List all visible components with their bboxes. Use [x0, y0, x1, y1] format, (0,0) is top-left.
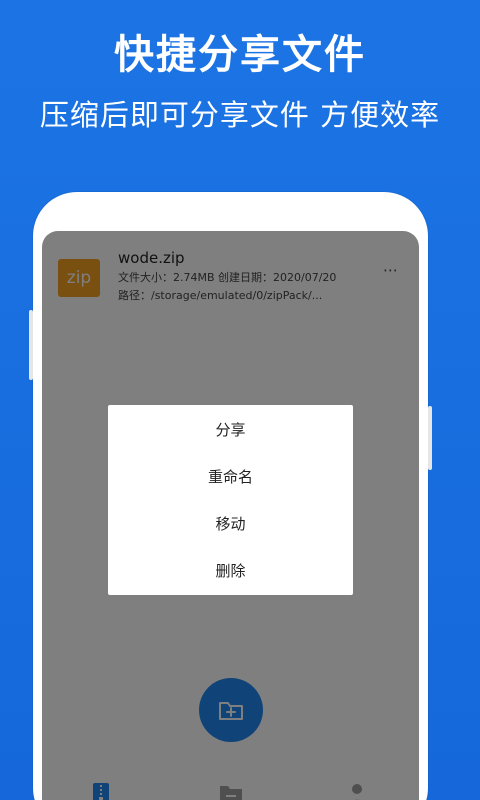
move-option[interactable]: 移动: [108, 501, 353, 548]
modal-overlay[interactable]: 分享 重命名 移动 删除: [42, 231, 419, 800]
phone-frame: zip wode.zip 文件大小：2.74MB 创建日期：2020/07/20…: [29, 192, 432, 800]
delete-option[interactable]: 删除: [108, 548, 353, 595]
phone-side-button-right: [428, 406, 432, 470]
share-option[interactable]: 分享: [108, 407, 353, 454]
phone-screen: zip wode.zip 文件大小：2.74MB 创建日期：2020/07/20…: [42, 231, 419, 800]
banner-title: 快捷分享文件: [114, 32, 366, 78]
phone-side-button-left: [29, 310, 33, 380]
banner-subtitle: 压缩后即可分享文件 方便效率: [39, 98, 441, 132]
rename-option[interactable]: 重命名: [108, 454, 353, 501]
file-action-dialog: 分享 重命名 移动 删除: [108, 405, 353, 595]
